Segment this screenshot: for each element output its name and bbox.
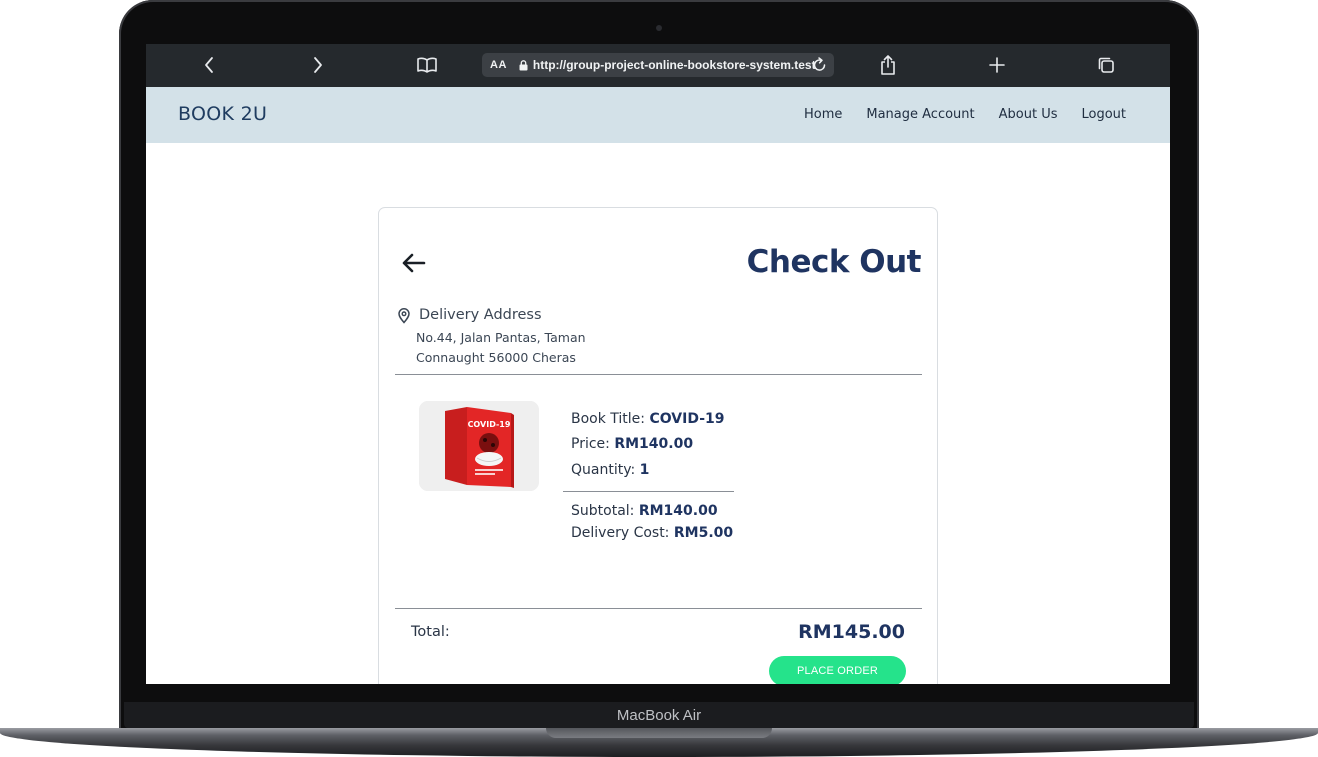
reload-icon — [813, 57, 826, 71]
divider — [563, 491, 734, 492]
tabs-overview-button[interactable] — [1091, 52, 1121, 78]
divider — [395, 608, 922, 609]
subtotal-label: Subtotal: — [571, 503, 635, 519]
nav-logout-link[interactable]: Logout — [1081, 107, 1126, 122]
lock-icon — [519, 59, 528, 71]
book-title-label: Book Title: — [571, 411, 646, 427]
book-title-value: COVID-19 — [649, 411, 725, 427]
webcam — [656, 25, 662, 31]
site-navbar: BOOK 2U Home Manage Account About Us Log… — [146, 87, 1170, 143]
share-icon — [881, 55, 895, 75]
quantity-row: Quantity: 1 — [571, 462, 649, 478]
address-bar[interactable]: AA http://group-project-online-bookstore… — [482, 53, 834, 77]
address-line: Connaught 56000 Cheras — [416, 350, 576, 365]
url-text: http://group-project-online-bookstore-sy… — [532, 58, 816, 72]
delivery-cost-label: Delivery Cost: — [571, 525, 670, 541]
nav-manage-account-link[interactable]: Manage Account — [866, 107, 974, 122]
browser-screen: AA http://group-project-online-bookstore… — [146, 44, 1170, 684]
page-title: Check Out — [746, 244, 922, 280]
device-model-label: MacBook Air — [616, 707, 702, 724]
laptop-chin: MacBook Air — [124, 702, 1194, 728]
laptop-hinge-notch — [546, 728, 772, 738]
nav-about-us-link[interactable]: About Us — [999, 107, 1058, 122]
divider — [395, 374, 922, 375]
book-cover-image: COVID-19 — [419, 401, 539, 491]
new-tab-button[interactable] — [982, 52, 1012, 78]
total-label: Total: — [411, 624, 450, 640]
browser-toolbar: AA http://group-project-online-bookstore… — [146, 44, 1170, 87]
book-icon — [417, 57, 437, 73]
quantity-value: 1 — [639, 462, 650, 478]
price-label: Price: — [571, 436, 610, 452]
subtotal-value: RM140.00 — [638, 503, 718, 519]
price-value: RM140.00 — [614, 436, 694, 452]
delivery-address-label: Delivery Address — [419, 307, 542, 323]
plus-icon — [989, 57, 1005, 73]
price-row: Price: RM140.00 — [571, 436, 693, 452]
quantity-label: Quantity: — [571, 462, 636, 478]
location-pin-icon — [397, 307, 411, 324]
forward-nav-button[interactable] — [303, 52, 333, 78]
back-nav-button[interactable] — [194, 52, 224, 78]
bookmarks-button[interactable] — [412, 52, 442, 78]
share-button[interactable] — [873, 52, 903, 78]
delivery-cost-value: RM5.00 — [673, 525, 734, 541]
site-brand[interactable]: BOOK 2U — [178, 103, 267, 125]
reader-settings-button[interactable]: AA — [490, 59, 507, 71]
place-order-button[interactable]: PLACE ORDER — [769, 656, 906, 684]
total-value: RM145.00 — [798, 621, 905, 643]
book-title-row: Book Title: COVID-19 — [571, 411, 725, 427]
tabs-icon — [1098, 57, 1114, 73]
checkout-card: Check Out Delivery Address No.44, Jalan … — [378, 207, 938, 684]
reload-button[interactable] — [812, 56, 828, 74]
delivery-cost-row: Delivery Cost: RM5.00 — [571, 525, 733, 541]
back-button[interactable] — [401, 252, 427, 274]
cover-title-text: COVID-19 — [468, 420, 511, 429]
chevron-right-icon — [314, 57, 322, 73]
address-line: No.44, Jalan Pantas, Taman — [416, 330, 586, 345]
nav-links: Home Manage Account About Us Logout — [804, 107, 1126, 122]
nav-home-link[interactable]: Home — [804, 107, 842, 122]
subtotal-row: Subtotal: RM140.00 — [571, 503, 718, 519]
chevron-left-icon — [205, 57, 213, 73]
arrow-left-icon — [402, 253, 426, 273]
